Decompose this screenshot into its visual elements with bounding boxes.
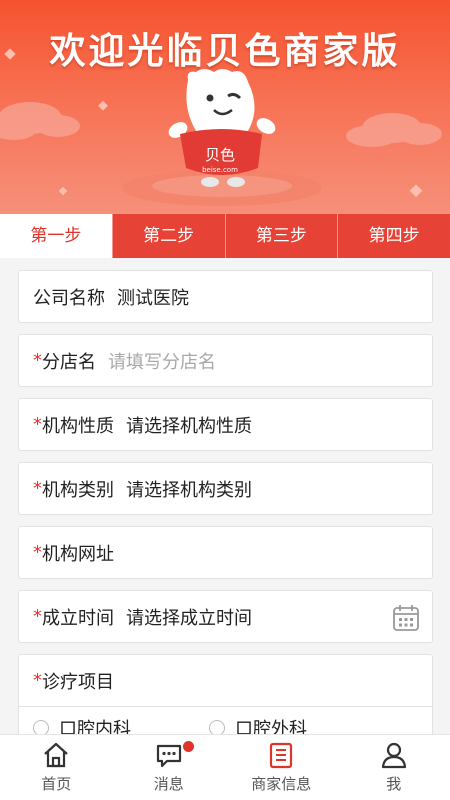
welcome-banner: 贝色 beise.com 欢迎光临贝色商家版	[0, 0, 450, 214]
step-tab-1[interactable]: 第一步	[0, 214, 112, 258]
tab-me[interactable]: 我	[338, 735, 450, 800]
tab-messages[interactable]: 消息	[113, 735, 226, 800]
required-mark: *	[33, 414, 42, 435]
mascot-url-text: beise.com	[202, 166, 238, 174]
user-icon	[381, 742, 406, 769]
branch-name-input[interactable]: 请填写分店名	[108, 348, 216, 374]
tab-label: 消息	[153, 775, 184, 793]
required-mark: *	[33, 350, 42, 371]
tab-merchant-info[interactable]: 商家信息	[225, 735, 338, 800]
radio-button[interactable]	[209, 720, 225, 734]
org-website-label: 机构网址	[42, 543, 114, 565]
required-mark: *	[33, 670, 42, 691]
unread-badge	[182, 741, 194, 752]
bottom-tab-bar: 首页 消息 商家信息 我	[0, 734, 450, 800]
org-nature-select[interactable]: 请选择机构性质	[126, 412, 252, 438]
option-oral-surgery[interactable]: 口腔外科	[209, 715, 307, 734]
tab-label: 商家信息	[251, 775, 312, 793]
step-tab-4[interactable]: 第四步	[337, 214, 450, 258]
company-name-field[interactable]: 公司名称 测试医院	[18, 270, 433, 323]
step-tab-3[interactable]: 第三步	[224, 214, 338, 258]
banner-title: 欢迎光临贝色商家版	[49, 31, 401, 72]
org-category-label: 机构类别	[42, 479, 114, 501]
founded-date-field[interactable]: * 成立时间 请选择成立时间	[18, 590, 433, 643]
option-label: 口腔外科	[235, 719, 307, 734]
calendar-icon[interactable]	[392, 604, 420, 632]
mascot-badge-text: 贝色	[205, 146, 235, 164]
option-oral-internal[interactable]: 口腔内科	[33, 715, 131, 734]
required-mark: *	[33, 478, 42, 499]
required-mark: *	[33, 542, 42, 563]
step-tab-2[interactable]: 第二步	[111, 214, 225, 258]
message-icon	[156, 744, 181, 768]
org-website-field[interactable]: * 机构网址	[18, 526, 433, 579]
founded-date-label: 成立时间	[42, 607, 114, 629]
radio-button[interactable]	[33, 720, 49, 734]
org-nature-field[interactable]: * 机构性质 请选择机构性质	[18, 398, 433, 451]
required-mark: *	[33, 606, 42, 627]
merchant-form: 公司名称 测试医院 * 分店名 请填写分店名 * 机构性质 请选择机构性质 * …	[0, 258, 450, 734]
treatment-options: 口腔内科 口腔外科	[18, 707, 433, 734]
home-icon	[44, 742, 68, 768]
treatment-projects-field: * 诊疗项目	[18, 654, 433, 707]
org-nature-label: 机构性质	[42, 415, 114, 437]
org-category-select[interactable]: 请选择机构类别	[126, 476, 252, 502]
list-icon	[270, 742, 293, 769]
step-tabs: 第一步 第二步 第三步 第四步	[0, 214, 450, 258]
tab-label: 首页	[41, 775, 72, 793]
tab-label: 我	[386, 775, 402, 793]
treatment-projects-label: 诊疗项目	[42, 671, 114, 693]
company-name-label: 公司名称	[33, 287, 105, 309]
branch-name-field[interactable]: * 分店名 请填写分店名	[18, 334, 433, 387]
founded-date-select[interactable]: 请选择成立时间	[126, 604, 252, 630]
branch-name-label: 分店名	[42, 351, 96, 373]
org-category-field[interactable]: * 机构类别 请选择机构类别	[18, 462, 433, 515]
tab-home[interactable]: 首页	[0, 735, 113, 800]
company-name-value: 测试医院	[117, 287, 189, 309]
option-label: 口腔内科	[59, 719, 131, 734]
